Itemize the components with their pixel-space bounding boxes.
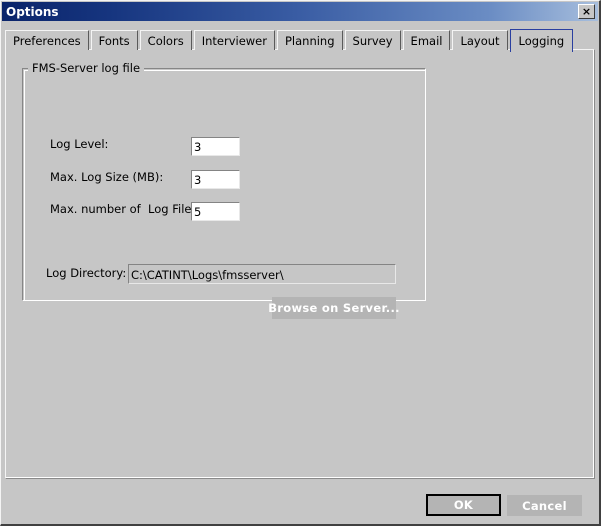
window-title: Options	[6, 4, 59, 19]
log-directory-label: Log Directory:	[46, 266, 127, 280]
tab-label: Fonts	[98, 33, 130, 48]
browse-on-server-button[interactable]: Browse on Server...	[268, 297, 399, 319]
logging-tab-panel: FMS-Server log file Log Level: 3 Max. Lo…	[5, 49, 595, 479]
max-log-size-label: Max. Log Size (MB):	[50, 170, 164, 184]
tab-colors[interactable]: Colors	[139, 30, 192, 50]
options-dialog-window: Options × Preferences Fonts Colors Inter…	[0, 0, 601, 526]
title-bar: Options ×	[2, 2, 598, 21]
max-log-size-input[interactable]: 3	[191, 170, 240, 189]
tab-label: Interviewer	[201, 33, 267, 48]
max-log-files-row: Max. number of Log Files:	[50, 202, 201, 216]
log-directory-row: Log Directory:	[46, 266, 126, 280]
max-log-files-label: Max. number of Log Files:	[50, 202, 202, 216]
tab-label: Planning	[284, 33, 335, 48]
close-icon: ×	[581, 5, 592, 18]
max-log-files-input[interactable]: 5	[191, 202, 240, 221]
ok-button[interactable]: OK	[426, 494, 501, 516]
tab-label: Email	[410, 33, 443, 48]
max-log-size-row: Max. Log Size (MB):	[50, 170, 163, 184]
tab-label: Colors	[147, 33, 184, 48]
log-level-label: Log Level:	[50, 137, 109, 151]
tab-logging[interactable]: Logging	[509, 29, 574, 52]
tab-label: Layout	[460, 33, 500, 48]
log-level-row: Log Level:	[50, 137, 108, 151]
tab-label: Logging	[518, 34, 565, 48]
close-button[interactable]: ×	[578, 4, 595, 19]
tab-preferences[interactable]: Preferences	[5, 30, 89, 50]
tab-email[interactable]: Email	[402, 30, 451, 50]
group-box-title: FMS-Server log file	[28, 61, 145, 75]
cancel-button[interactable]: Cancel	[507, 495, 582, 516]
tab-planning[interactable]: Planning	[276, 30, 343, 50]
tab-label: Survey	[352, 33, 393, 48]
tab-layout[interactable]: Layout	[452, 30, 508, 50]
tab-survey[interactable]: Survey	[344, 30, 401, 50]
tab-strip: Preferences Fonts Colors Interviewer Pla…	[5, 28, 575, 52]
tab-interviewer[interactable]: Interviewer	[193, 30, 275, 50]
tab-label: Preferences	[13, 33, 81, 48]
tab-fonts[interactable]: Fonts	[90, 30, 138, 50]
log-directory-input[interactable]: C:\CATINT\Logs\fmsserver\	[128, 264, 396, 284]
log-level-input[interactable]: 3	[191, 137, 240, 156]
